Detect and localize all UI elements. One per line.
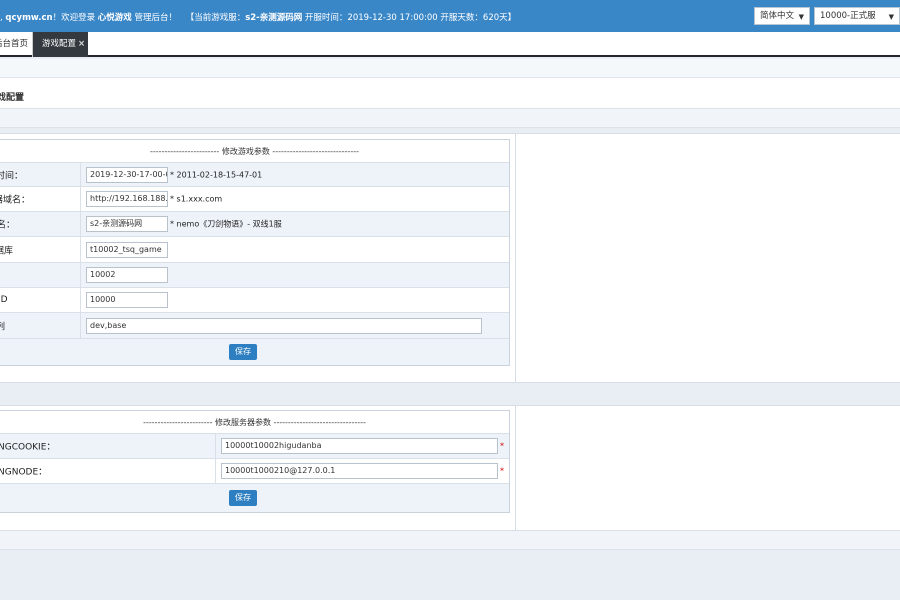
chevron-down-icon: ▼ xyxy=(798,13,804,21)
list-input[interactable]: dev,base xyxy=(86,317,482,334)
site-name: qcymw.cn xyxy=(5,13,53,23)
form-row-ngnode: NGNODE： 10000t1000210@127.0.0.1 * xyxy=(0,459,509,484)
ngnode-input[interactable]: 10000t1000210@127.0.0.1 xyxy=(221,463,498,479)
footer-band xyxy=(0,531,900,550)
field-label: 服务器域名： xyxy=(0,195,31,206)
form-row-actions: 保存 xyxy=(0,484,509,512)
tab-home-label: 后台首页 xyxy=(0,39,29,49)
form-row-id: ID 10000 xyxy=(0,288,509,313)
required-mark: * xyxy=(500,466,504,476)
server-name-input[interactable]: s2-亲测源码网 xyxy=(86,216,168,232)
form-row-server-id: 10002 xyxy=(0,263,509,288)
form-row-open-time: 开服时间： 2019-12-30-17-00-00 * 2011-02-18-1… xyxy=(0,163,509,187)
open-time-label: 开服时间： xyxy=(302,13,348,23)
page-title-row: 游戏配置 xyxy=(0,78,900,108)
status-suffix: 】 xyxy=(507,13,517,23)
form-row-ngcookie: NGCOOKIE： 10000t10002higudanba * xyxy=(0,434,509,459)
current-server: s2-亲测源码网 xyxy=(245,13,303,23)
chevron-down-icon: ▼ xyxy=(888,13,894,21)
game-params-form: ------------------------ 修改游戏参数 --------… xyxy=(0,139,510,366)
open-days: 620天 xyxy=(482,13,508,23)
id-input[interactable]: 10000 xyxy=(86,292,168,308)
server-select[interactable]: 10000-正式服 ▼ xyxy=(814,7,900,25)
welcome-status-text: , qcymw.cn！欢迎登录 心悦游戏 管理后台！ 【当前游戏服：s2-亲测源… xyxy=(0,11,516,23)
database-input[interactable]: t10002_tsq_game xyxy=(86,241,168,258)
page-title: 游戏配置 xyxy=(0,93,25,103)
field-hint: * 2011-02-18-15-47-01 xyxy=(170,170,263,179)
field-label: ID xyxy=(0,295,8,305)
save-button[interactable]: 保存 xyxy=(229,344,257,360)
field-label: 开服时间： xyxy=(0,171,24,181)
form-row-domain: 服务器域名： http://192.168.188.174 * s1.xxx.c… xyxy=(0,187,509,212)
field-label: 列 xyxy=(0,322,6,332)
section-header: ------------------------ 修改服务器参数 -------… xyxy=(0,411,509,434)
game-name: 心悦游戏 xyxy=(97,13,132,23)
top-bar: , qcymw.cn！欢迎登录 心悦游戏 管理后台！ 【当前游戏服：s2-亲测源… xyxy=(0,0,900,32)
days-label: 开服天数： xyxy=(437,13,483,23)
field-label: 数据库 xyxy=(0,246,14,256)
server-id-input[interactable]: 10002 xyxy=(86,267,168,283)
greet-mid: ！欢迎登录 xyxy=(52,13,98,23)
domain-input[interactable]: http://192.168.188.174 xyxy=(86,191,168,207)
language-select-value: 简体中文 xyxy=(760,11,795,21)
field-label: NGNODE： xyxy=(0,467,48,478)
tab-game-config[interactable]: 游戏配置 × xyxy=(33,32,88,57)
field-label: 服务器名： xyxy=(0,220,16,231)
section-title: ------------------------ 修改游戏参数 --------… xyxy=(150,147,359,156)
server-select-value: 10000-正式服 xyxy=(820,11,876,21)
status-prefix: 【当前游戏服： xyxy=(185,13,246,23)
form-row-list: 列 dev,base xyxy=(0,313,509,339)
required-mark: * xyxy=(500,441,504,451)
save-button[interactable]: 保存 xyxy=(229,490,257,506)
tab-game-config-label: 游戏配置 xyxy=(42,39,77,49)
language-select[interactable]: 简体中文 ▼ xyxy=(754,7,810,25)
greet-suffix: 管理后台！ xyxy=(131,13,177,23)
field-label: NGCOOKIE： xyxy=(0,442,56,453)
section-title: ------------------------ 修改服务器参数 -------… xyxy=(143,418,366,427)
open-time-input[interactable]: 2019-12-30-17-00-00 xyxy=(86,166,168,183)
ngcookie-input[interactable]: 10000t10002higudanba xyxy=(221,438,498,454)
section-header: ------------------------ 修改游戏参数 --------… xyxy=(0,140,509,163)
open-time: 2019-12-30 17:00:00 xyxy=(347,13,438,23)
tab-home[interactable]: 后台首页 xyxy=(0,32,33,57)
close-icon[interactable]: × xyxy=(78,39,85,49)
server-params-form: ------------------------ 修改服务器参数 -------… xyxy=(0,410,510,513)
section-band xyxy=(0,108,900,128)
form-row-server-name: 服务器名： s2-亲测源码网 * nemo《刀剑物语》- 双线1服 xyxy=(0,212,509,237)
tab-bar: 后台首页 游戏配置× xyxy=(0,32,900,57)
field-hint: * s1.xxx.com xyxy=(170,194,223,204)
toolbar-band xyxy=(0,59,900,78)
form-row-actions: 保存 xyxy=(0,339,509,365)
form-row-database: 数据库 t10002_tsq_game xyxy=(0,237,509,263)
field-hint: * nemo《刀剑物语》- 双线1服 xyxy=(170,219,282,229)
